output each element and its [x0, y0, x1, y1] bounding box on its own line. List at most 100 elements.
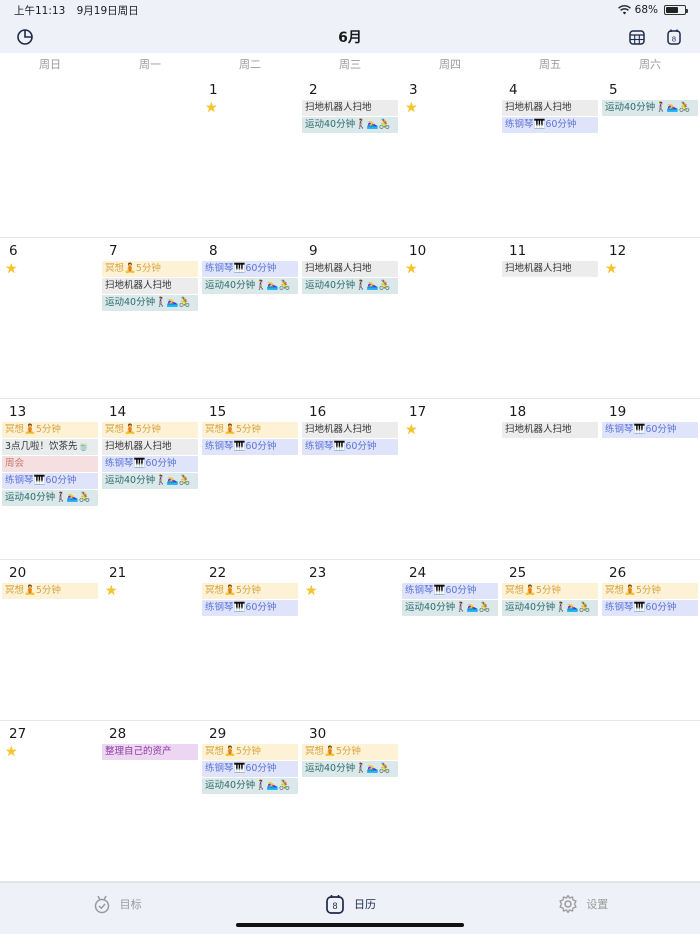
event-item[interactable]: 运动40分钟🚶‍♀️🏊‍♀️🚴 [502, 600, 598, 616]
event-item[interactable]: 运动40分钟🚶‍♀️🏊‍♀️🚴 [602, 100, 698, 116]
tab-goals[interactable]: 目标 [0, 883, 233, 925]
event-item[interactable]: 运动40分钟🚶‍♀️🏊‍♀️🚴 [2, 490, 98, 506]
calendar-grid-button[interactable] [626, 26, 648, 48]
day-cell[interactable]: 29 冥想🧘5分钟 练钢琴🎹60分钟 运动40分钟🚶‍♀️🏊‍♀️🚴 [200, 721, 300, 881]
event-item[interactable]: 冥想🧘5分钟 [202, 422, 298, 438]
event-item[interactable]: 运动40分钟🚶‍♀️🏊‍♀️🚴 [402, 600, 498, 616]
event-item[interactable]: 冥想🧘5分钟 [202, 583, 298, 599]
day-cell[interactable]: 16 扫地机器人扫地 练钢琴🎹60分钟 [300, 399, 400, 559]
event-item[interactable]: 3点几啦！饮茶先🍵 [2, 439, 98, 455]
event-item[interactable]: 运动40分钟🚶‍♀️🏊‍♀️🚴 [302, 117, 398, 133]
event-item[interactable]: 扫地机器人扫地 [502, 100, 598, 116]
day-cell[interactable]: 25 冥想🧘5分钟 运动40分钟🚶‍♀️🏊‍♀️🚴 [500, 560, 600, 720]
event-item[interactable]: 练钢琴🎹60分钟 [502, 117, 598, 133]
event-item[interactable]: 冥想🧘5分钟 [2, 583, 98, 599]
day-cell[interactable]: 26 冥想🧘5分钟 练钢琴🎹60分钟 [600, 560, 700, 720]
day-number: 8 [209, 243, 218, 259]
day-cell[interactable]: 17 ★ [400, 399, 500, 559]
calendar-icon: 8 [326, 895, 344, 914]
day-cell[interactable]: 1 ★ [200, 77, 300, 237]
event-item[interactable]: 练钢琴🎹60分钟 [402, 583, 498, 599]
event-item[interactable]: 练钢琴🎹60分钟 [602, 422, 698, 438]
event-item[interactable]: 冥想🧘5分钟 [2, 422, 98, 438]
event-item[interactable]: 周会 [2, 456, 98, 472]
event-item[interactable]: 运动40分钟🚶‍♀️🏊‍♀️🚴 [102, 295, 198, 311]
day-cell[interactable]: 18 扫地机器人扫地 [500, 399, 600, 559]
statistics-button[interactable] [14, 26, 36, 48]
event-item[interactable]: 练钢琴🎹60分钟 [202, 761, 298, 777]
day-cell[interactable]: 24 练钢琴🎹60分钟 运动40分钟🚶‍♀️🏊‍♀️🚴 [400, 560, 500, 720]
day-number: 13 [9, 404, 27, 420]
day-cell[interactable]: 7 冥想🧘5分钟 扫地机器人扫地 运动40分钟🚶‍♀️🏊‍♀️🚴 [100, 238, 200, 398]
event-item[interactable]: 扫地机器人扫地 [102, 278, 198, 294]
event-item[interactable]: 练钢琴🎹60分钟 [202, 261, 298, 277]
status-left: 上午11:13 9月19日周日 [14, 3, 147, 18]
day-cell[interactable]: 23 ★ [300, 560, 400, 720]
day-cell[interactable]: 22 冥想🧘5分钟 练钢琴🎹60分钟 [200, 560, 300, 720]
day-cell[interactable]: 30 冥想🧘5分钟 运动40分钟🚶‍♀️🏊‍♀️🚴 [300, 721, 400, 881]
home-indicator [236, 923, 464, 927]
star-icon: ★ [605, 261, 618, 277]
day-cell[interactable]: 4 扫地机器人扫地 练钢琴🎹60分钟 [500, 77, 600, 237]
day-cell[interactable]: 10 ★ [400, 238, 500, 398]
tab-settings-label: 设置 [586, 898, 609, 911]
day-cell[interactable]: 9 扫地机器人扫地 运动40分钟🚶‍♀️🏊‍♀️🚴 [300, 238, 400, 398]
event-item[interactable]: 扫地机器人扫地 [302, 261, 398, 277]
event-item[interactable]: 扫地机器人扫地 [302, 422, 398, 438]
day-cell[interactable]: 19 练钢琴🎹60分钟 [600, 399, 700, 559]
tab-settings[interactable]: 设置 [467, 883, 700, 925]
day-cell[interactable]: 3 ★ [400, 77, 500, 237]
day-cell[interactable]: 8 练钢琴🎹60分钟 运动40分钟🚶‍♀️🏊‍♀️🚴 [200, 238, 300, 398]
day-number: 24 [409, 565, 427, 581]
event-item[interactable]: 冥想🧘5分钟 [102, 422, 198, 438]
day-cell[interactable]: 11 扫地机器人扫地 [500, 238, 600, 398]
event-item[interactable]: 冥想🧘5分钟 [302, 744, 398, 760]
event-item[interactable]: 扫地机器人扫地 [102, 439, 198, 455]
event-item[interactable]: 练钢琴🎹60分钟 [302, 439, 398, 455]
day-cell[interactable]: 13 冥想🧘5分钟 3点几啦！饮茶先🍵 周会 练钢琴🎹60分钟 运动40分钟🚶‍♀️🏊‍♀… [0, 399, 100, 559]
event-item[interactable]: 运动40分钟🚶‍♀️🏊‍♀️🚴 [202, 778, 298, 794]
day-cell[interactable]: 2 扫地机器人扫地 运动40分钟🚶‍♀️🏊‍♀️🚴 [300, 77, 400, 237]
day-cell[interactable]: 28 整理自己的资产 [100, 721, 200, 881]
day-cell[interactable]: 20 冥想🧘5分钟 [0, 560, 100, 720]
event-item[interactable]: 扫地机器人扫地 [302, 100, 398, 116]
day-cell[interactable]: 12 ★ [600, 238, 700, 398]
event-item[interactable]: 冥想🧘5分钟 [502, 583, 598, 599]
weekday-label: 周六 [639, 58, 661, 71]
today-button[interactable]: 8 [663, 26, 685, 48]
event-item[interactable]: 冥想🧘5分钟 [202, 744, 298, 760]
star-icon: ★ [5, 744, 18, 760]
day-cell[interactable]: 27 ★ [0, 721, 100, 881]
day-number: 11 [509, 243, 527, 259]
day-cell[interactable]: 15 冥想🧘5分钟 练钢琴🎹60分钟 [200, 399, 300, 559]
weekday-label: 周三 [339, 58, 361, 71]
day-number: 16 [309, 404, 327, 420]
event-item[interactable]: 运动40分钟🚶‍♀️🏊‍♀️🚴 [202, 278, 298, 294]
star-icon: ★ [405, 100, 418, 116]
day-cell[interactable]: 21 ★ [100, 560, 200, 720]
event-item[interactable]: 练钢琴🎹60分钟 [2, 473, 98, 489]
day-number: 10 [409, 243, 427, 259]
event-item[interactable]: 冥想🧘5分钟 [602, 583, 698, 599]
event-item[interactable]: 冥想🧘5分钟 [102, 261, 198, 277]
tab-calendar-label: 日历 [353, 898, 376, 911]
tab-calendar[interactable]: 8 日历 [233, 883, 466, 925]
day-cell[interactable]: 14 冥想🧘5分钟 扫地机器人扫地 练钢琴🎹60分钟 运动40分钟🚶‍♀️🏊‍♀️🚴 [100, 399, 200, 559]
event-item[interactable]: 练钢琴🎹60分钟 [202, 439, 298, 455]
event-item[interactable]: 运动40分钟🚶‍♀️🏊‍♀️🚴 [302, 761, 398, 777]
day-number: 29 [209, 726, 227, 742]
event-item[interactable]: 练钢琴🎹60分钟 [102, 456, 198, 472]
event-item[interactable]: 练钢琴🎹60分钟 [602, 600, 698, 616]
week-row: 1 ★ 2 扫地机器人扫地 运动40分钟🚶‍♀️🏊‍♀️🚴 3 ★ 4 扫地机器人扫地 练钢琴🎹6… [0, 77, 700, 238]
day-cell[interactable]: 6 ★ [0, 238, 100, 398]
week-row: 13 冥想🧘5分钟 3点几啦！饮茶先🍵 周会 练钢琴🎹60分钟 运动40分钟🚶‍♀️🏊‍♀… [0, 399, 700, 560]
day-number: 14 [109, 404, 127, 420]
event-item[interactable]: 运动40分钟🚶‍♀️🏊‍♀️🚴 [302, 278, 398, 294]
event-item[interactable]: 运动40分钟🚶‍♀️🏊‍♀️🚴 [102, 473, 198, 489]
calendar-day-icon: 8 [667, 29, 681, 45]
event-item[interactable]: 练钢琴🎹60分钟 [202, 600, 298, 616]
event-item[interactable]: 扫地机器人扫地 [502, 422, 598, 438]
day-cell[interactable]: 5 运动40分钟🚶‍♀️🏊‍♀️🚴 [600, 77, 700, 237]
event-item[interactable]: 整理自己的资产 [102, 744, 198, 760]
event-item[interactable]: 扫地机器人扫地 [502, 261, 598, 277]
